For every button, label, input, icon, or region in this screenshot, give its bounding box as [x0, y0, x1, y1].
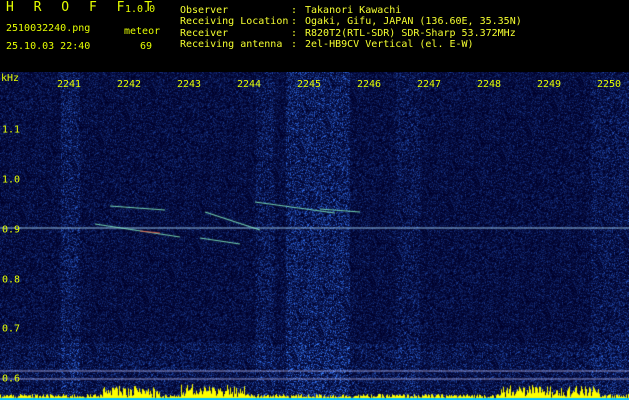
meteor-count: 69 [140, 41, 153, 52]
observer-value: Takanori Kawachi [305, 5, 402, 16]
antenna-key: Receiving antenna [180, 39, 283, 50]
observer-row: Observer: Takanori Kawachi [180, 5, 401, 16]
colon: : [291, 28, 298, 39]
x-tick-label: 2243 [176, 79, 202, 90]
colon: : [291, 16, 298, 27]
location-row: Receiving Location: Ogaki, Gifu, JAPAN (1… [180, 16, 522, 27]
x-tick-label: 2245 [296, 79, 322, 90]
capture-datetime: 25.10.03 22:40 [6, 41, 91, 52]
y-tick-label: 0.6 [2, 373, 21, 385]
x-tick-label: 2247 [416, 79, 442, 90]
spectrogram-canvas [0, 72, 629, 400]
meteor-label: meteor [124, 26, 161, 37]
x-tick-label: 2249 [536, 79, 562, 90]
receiver-key: Receiver [180, 28, 229, 39]
x-tick-label: 2250 [596, 79, 622, 90]
location-value: Ogaki, Gifu, JAPAN (136.60E, 35.35N) [305, 16, 522, 27]
x-tick-label: 2244 [236, 79, 262, 90]
x-tick-label: 2242 [116, 79, 142, 90]
x-tick-label: 2241 [56, 79, 82, 90]
file-name: 2510032240.png [6, 23, 91, 34]
y-tick-label: 0.8 [2, 274, 21, 286]
x-tick-label: 2246 [356, 79, 382, 90]
location-key: Receiving Location [180, 16, 289, 27]
x-tick-label: 2248 [476, 79, 502, 90]
antenna-value: 2el-HB9CV Vertical (el. E-W) [305, 39, 474, 50]
colon: : [291, 5, 298, 16]
colon: : [291, 39, 298, 50]
y-axis-unit: kHz [1, 73, 20, 84]
receiver-value: R820T2(RTL-SDR) SDR-Sharp 53.372MHz [305, 28, 516, 39]
y-tick-label: 0.9 [2, 224, 21, 236]
observer-key: Observer [180, 5, 229, 16]
y-tick-label: 1.1 [2, 124, 21, 136]
y-tick-label: 0.7 [2, 323, 21, 335]
y-tick-label: 1.0 [2, 174, 21, 186]
receiver-row: Receiver: R820T2(RTL-SDR) SDR-Sharp 53.37… [180, 28, 516, 39]
app-version: 1.0.0 [125, 4, 156, 15]
header-panel: H R O F F T 1.0.0 2510032240.png meteor … [0, 0, 629, 72]
antenna-row: Receiving antenna:2el-HB9CV Vertical (el… [180, 39, 474, 50]
